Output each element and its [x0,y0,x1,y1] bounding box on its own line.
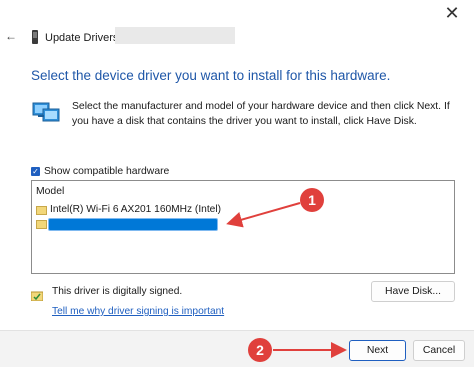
annotation-marker-1: 1 [300,188,324,212]
annotation-arrows [226,202,347,358]
annotation-marker-2: 2 [248,338,272,362]
annotation-arrow-1 [226,202,301,228]
